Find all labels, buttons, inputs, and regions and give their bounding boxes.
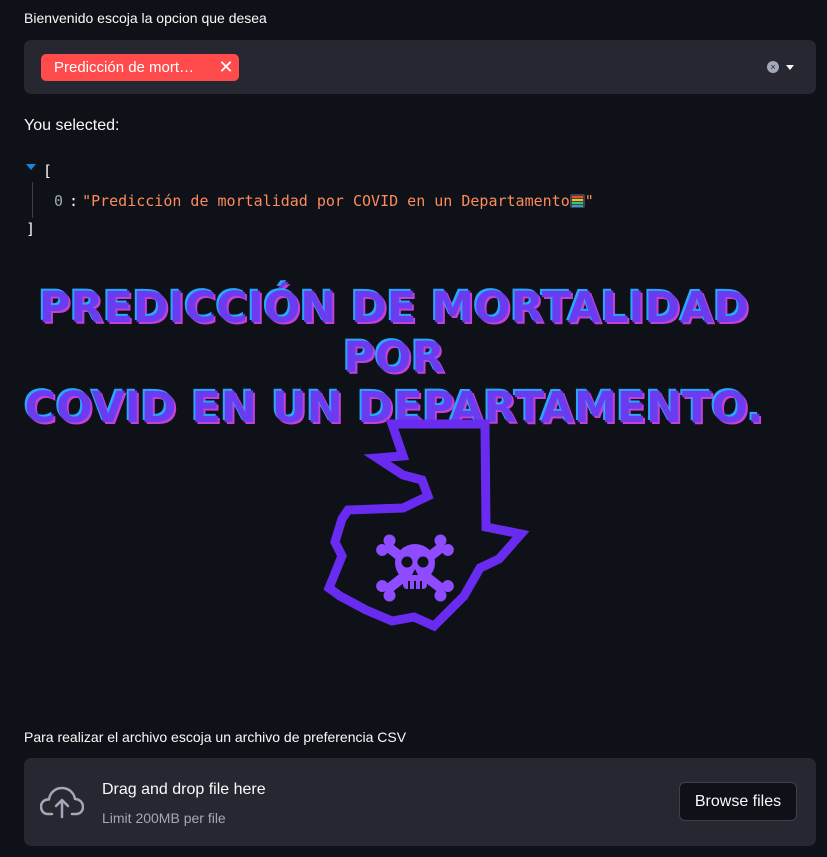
- dropzone-limit: Limit 200MB per file: [102, 810, 226, 826]
- file-dropzone[interactable]: Drag and drop file here Limit 200MB per …: [24, 758, 816, 846]
- json-item: 0: "Predicción de mortalidad por COVID en…: [54, 192, 594, 210]
- browse-files-button[interactable]: Browse files: [679, 782, 797, 821]
- json-string-value: "Predicción de mortalidad por COVID en u…: [82, 192, 570, 210]
- dropzone-title: Drag and drop file here: [102, 781, 266, 798]
- you-selected-label: You selected:: [24, 117, 120, 134]
- selected-option-chip[interactable]: Predicción de mort… ✕: [41, 54, 239, 81]
- json-index: 0: [54, 192, 64, 210]
- select-label: Bienvenido escoja la opcion que desea: [24, 10, 267, 26]
- cloud-upload-icon: [40, 786, 84, 819]
- collapse-triangle-icon[interactable]: [26, 164, 36, 170]
- app-page: Bienvenido escoja la opcion que desea Pr…: [0, 0, 827, 857]
- abacus-icon: [569, 194, 585, 208]
- upload-label: Para realizar el archivo escoja un archi…: [24, 729, 407, 745]
- json-open-bracket: [: [43, 162, 53, 180]
- guatemala-map-skull-icon: [318, 418, 533, 646]
- hero-title: PREDICCIÓN DE MORTALIDAD POR COVID EN UN…: [24, 283, 764, 433]
- json-close-bracket: ]: [26, 220, 36, 238]
- json-indent-line: [32, 182, 33, 218]
- hero-title-line1: PREDICCIÓN DE MORTALIDAD POR: [38, 283, 750, 383]
- clear-all-icon[interactable]: ×: [767, 61, 779, 73]
- chevron-down-icon[interactable]: [786, 65, 794, 70]
- chip-label: Predicción de mort…: [54, 59, 195, 76]
- json-string-quote: ": [584, 192, 594, 210]
- option-multiselect[interactable]: Predicción de mort… ✕ ×: [24, 40, 816, 94]
- chip-remove-icon[interactable]: ✕: [213, 54, 239, 81]
